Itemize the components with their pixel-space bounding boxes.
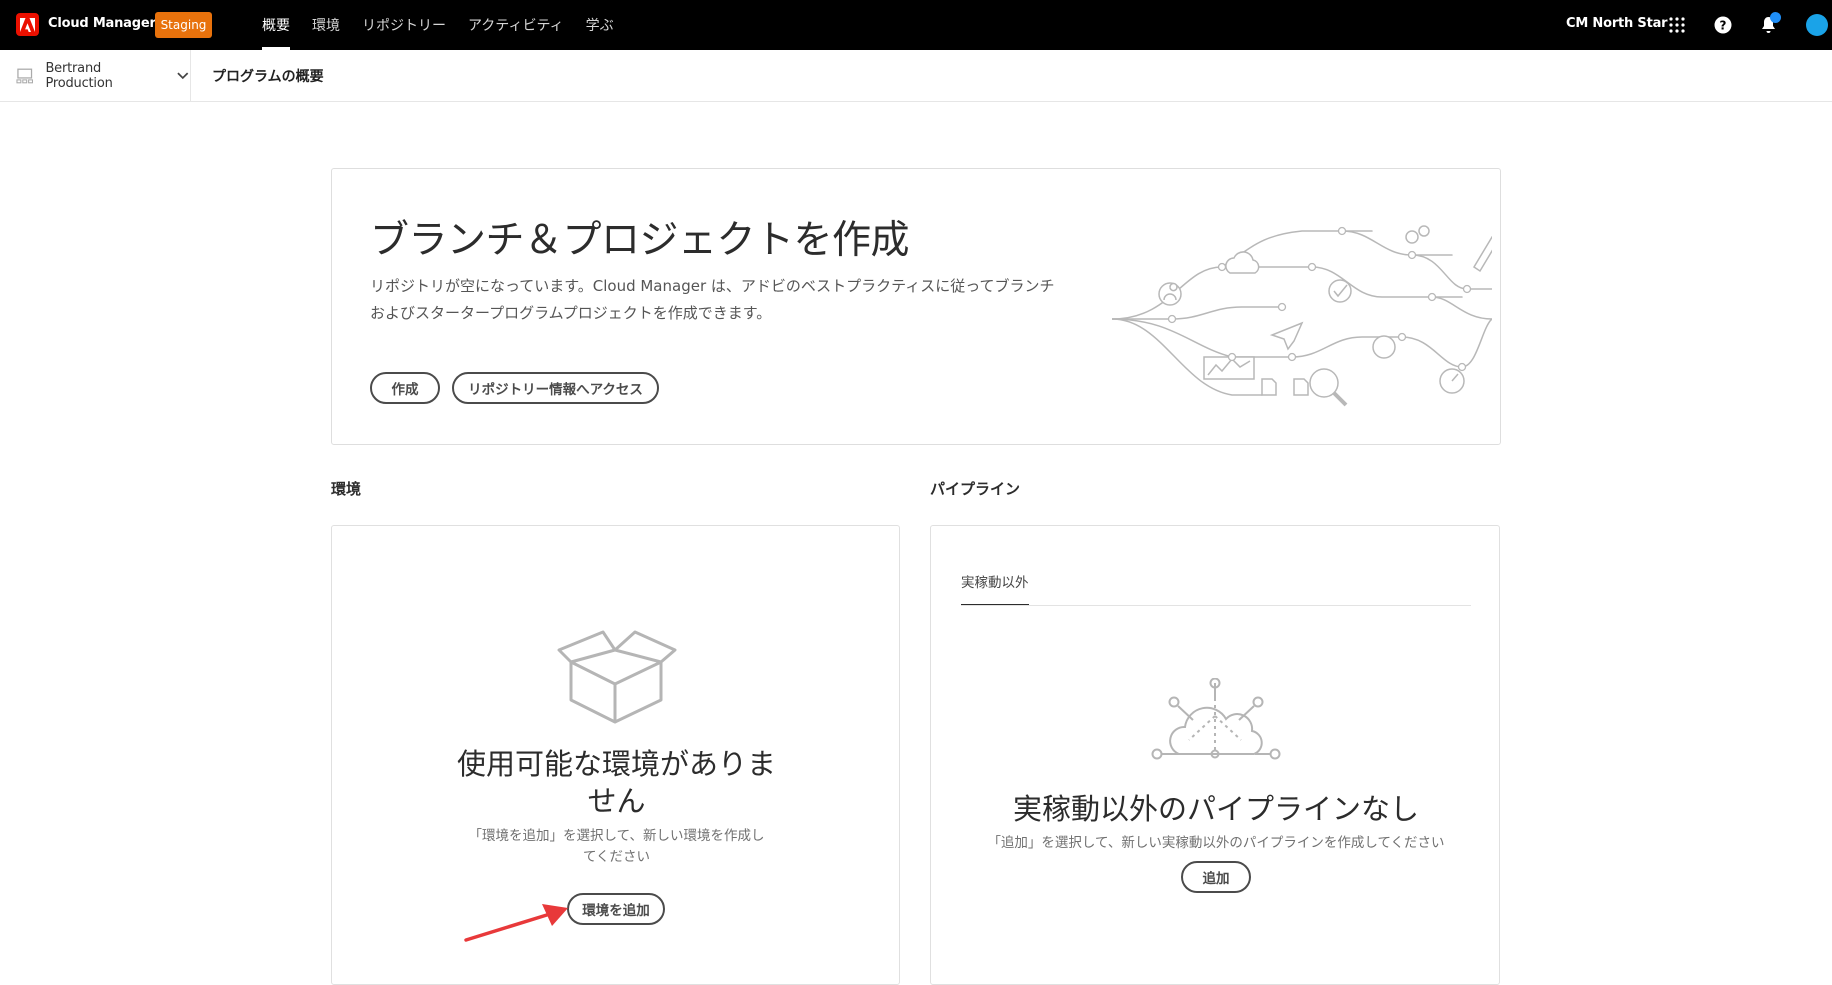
environments-empty-title: 使用可能な環境がありま せん (332, 746, 901, 820)
page-title: プログラムの概要 (212, 69, 324, 85)
hero-description: リポジトリが空になっています。Cloud Manager は、アドビのベストプラ… (370, 273, 1070, 327)
repository-info-button[interactable]: リポジトリー情報へアクセス (452, 372, 659, 404)
pipelines-empty-description: 「追加」を選択して、新しい実稼動以外のパイプラインを作成してください (987, 835, 1445, 851)
main-nav: 概要 環境 リポジトリー アクティビティ 学ぶ (262, 0, 636, 50)
pipelines-section-label: パイプライン (930, 480, 1021, 498)
add-pipeline-button[interactable]: 追加 (1181, 861, 1251, 893)
empty-title-line: せん (587, 784, 646, 818)
chevron-down-icon (177, 71, 189, 79)
pipelines-card: 実稼動以外 実稼動以外のパイプラインなし 「追加」を選択して、新しい実稼動以外の… (930, 525, 1500, 985)
annotation-arrow-icon (464, 904, 568, 942)
program-selector[interactable]: Bertrand Production (0, 50, 191, 101)
nav-tab-overview[interactable]: 概要 (262, 0, 290, 50)
app-switcher-icon[interactable] (1665, 13, 1689, 37)
environments-section-label: 環境 (331, 480, 362, 498)
cloud-network-icon (1151, 678, 1281, 760)
tab-non-production[interactable]: 実稼動以外 (961, 571, 1029, 591)
empty-title-line: 使用可能な環境がありま (456, 747, 776, 781)
top-navigation-bar: Cloud Manager Staging 概要 環境 リポジトリー アクティビ… (0, 0, 1832, 50)
nav-tab-environments[interactable]: 環境 (312, 0, 340, 50)
notification-dot (1770, 12, 1781, 23)
staging-badge: Staging (155, 12, 212, 38)
create-button[interactable]: 作成 (370, 372, 440, 404)
tab-divider (961, 605, 1471, 606)
pipelines-empty-title: 実稼動以外のパイプラインなし (1012, 792, 1419, 826)
hero-description-line: リポジトリが空になっています。Cloud Manager は、アドビのベストプラ… (370, 277, 1055, 295)
empty-box-icon (557, 630, 677, 724)
hero-description-line: およびスタータープログラムプロジェクトを作成できます。 (370, 304, 772, 322)
add-environment-button[interactable]: 環境を追加 (567, 893, 665, 925)
help-icon[interactable]: ? (1711, 13, 1735, 37)
program-name: Bertrand Production (45, 60, 113, 91)
hero-title: ブランチ＆プロジェクトを作成 (370, 218, 910, 263)
user-avatar[interactable] (1806, 14, 1828, 36)
breadcrumb-bar: Bertrand Production プログラムの概要 (0, 50, 1832, 102)
app-title[interactable]: Cloud Manager (48, 16, 156, 31)
empty-desc-line: 「環境を追加」を選択して、新しい環境を作成し (468, 828, 765, 844)
nav-tab-activity[interactable]: アクティビティ (468, 0, 564, 50)
nav-tab-learn[interactable]: 学ぶ (586, 0, 614, 50)
empty-desc-line: てください (582, 849, 651, 865)
svg-text:?: ? (1720, 19, 1727, 33)
environments-empty-description: 「環境を追加」を選択して、新しい環境を作成し てください (332, 826, 901, 868)
adobe-logo-icon[interactable] (16, 13, 39, 36)
org-switcher[interactable]: CM North Star (1566, 16, 1668, 31)
bell-icon[interactable] (1756, 12, 1781, 37)
program-icon (16, 68, 34, 83)
environments-card: 使用可能な環境がありま せん 「環境を追加」を選択して、新しい環境を作成し てく… (331, 525, 900, 985)
create-branch-project-card: ブランチ＆プロジェクトを作成 リポジトリが空になっています。Cloud Mana… (331, 168, 1501, 445)
nav-tab-repositories[interactable]: リポジトリー (362, 0, 446, 50)
workflow-illustration (1112, 225, 1492, 407)
